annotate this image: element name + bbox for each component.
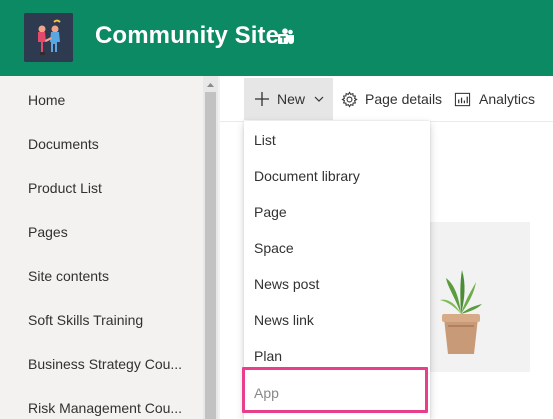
- page-details-label: Page details: [365, 91, 443, 107]
- analytics-chart-icon: [454, 92, 471, 107]
- menu-item-label: Plan: [254, 348, 283, 364]
- app-item-highlight: [242, 367, 428, 413]
- menu-item-list[interactable]: List: [244, 122, 430, 158]
- page-details-button[interactable]: Page details: [340, 78, 444, 120]
- site-logo[interactable]: [24, 13, 73, 62]
- nav-item-soft-skills-training[interactable]: Soft Skills Training: [28, 312, 200, 328]
- plus-icon: [255, 92, 269, 106]
- menu-item-label: News link: [254, 312, 314, 328]
- scrollbar-thumb[interactable]: [205, 92, 216, 419]
- menu-item-page[interactable]: Page: [244, 194, 430, 230]
- site-title[interactable]: Community Site: [95, 22, 279, 50]
- menu-item-space[interactable]: Space: [244, 230, 430, 266]
- chevron-down-icon: [314, 96, 324, 102]
- menu-item-news-post[interactable]: News post: [244, 266, 430, 302]
- left-navigation: Home Documents Product List Pages Site c…: [0, 76, 220, 419]
- menu-item-label: News post: [254, 276, 320, 292]
- nav-item-documents[interactable]: Documents: [28, 136, 200, 152]
- nav-item-product-list[interactable]: Product List: [28, 180, 200, 196]
- nav-item-site-contents[interactable]: Site contents: [28, 268, 200, 284]
- sidebar-scrollbar[interactable]: [203, 76, 218, 419]
- gear-icon: [341, 91, 358, 108]
- new-button-label: New: [277, 91, 306, 107]
- nav-item-pages[interactable]: Pages: [28, 224, 200, 240]
- menu-item-document-library[interactable]: Document library: [244, 158, 430, 194]
- analytics-button[interactable]: Analytics: [454, 78, 553, 120]
- menu-item-label: Space: [254, 240, 294, 256]
- analytics-label: Analytics: [479, 91, 536, 107]
- menu-item-label: Page: [254, 204, 287, 220]
- people-handshake-logo-icon: [24, 13, 73, 62]
- nav-item-risk-management[interactable]: Risk Management Cou...: [28, 400, 200, 416]
- nav-item-home[interactable]: Home: [28, 92, 200, 108]
- nav-item-business-strategy[interactable]: Business Strategy Cou...: [28, 356, 200, 372]
- menu-item-label: Document library: [254, 168, 360, 184]
- menu-item-news-link[interactable]: News link: [244, 302, 430, 338]
- new-button[interactable]: New: [244, 78, 333, 120]
- menu-item-label: List: [254, 132, 276, 148]
- site-header: Community Site: [0, 0, 553, 76]
- scroll-up-arrow-icon[interactable]: [203, 80, 218, 90]
- teams-icon[interactable]: [276, 27, 296, 47]
